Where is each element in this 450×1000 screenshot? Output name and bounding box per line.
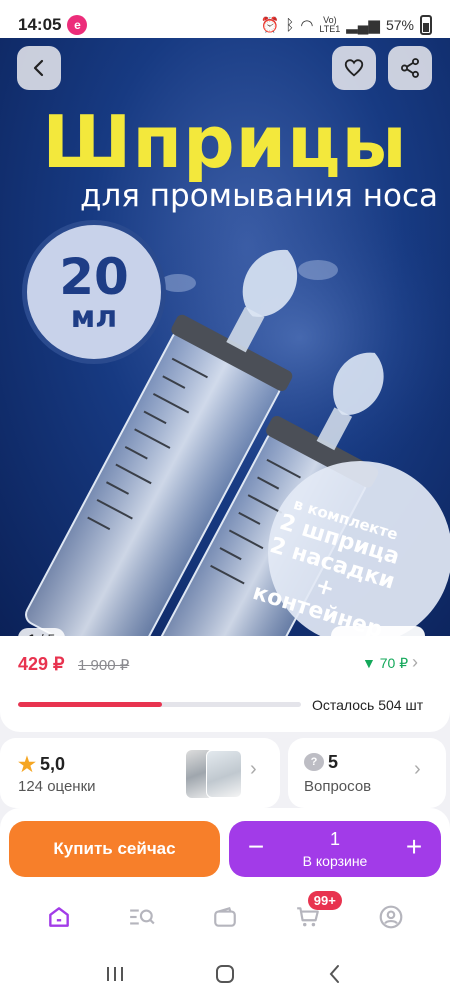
battery-percent: 57% [385,17,414,33]
hero-title: Шприцы [42,100,408,184]
volume-badge: 20 мл [22,220,166,364]
lte-indicator: Vo) LTE1 [319,15,341,34]
back-chevron-icon [329,965,339,983]
status-indicators: ⏰ ᛒ ◠ Vo) LTE1 ▂▄▆ 57% [261,15,432,35]
share-button[interactable] [388,46,432,90]
alarm-icon: ⏰ [260,17,280,34]
home-square-icon [216,965,234,983]
stock-progress-bar [18,702,301,707]
old-price: 1 900 ₽ [78,657,130,674]
buy-now-button[interactable]: Купить сейчас [9,821,220,877]
questions-card[interactable]: ? 5 Вопросов › [288,738,446,808]
chevron-right-icon: › [250,758,257,780]
signal-icon: ▂▄▆ [346,17,380,34]
battery-icon [420,15,432,35]
back-system-button[interactable] [320,959,350,989]
app-notification-icon: e [67,15,88,35]
stock-remaining: Осталось 504 шт [312,697,424,713]
recent-apps-button[interactable] [100,959,130,989]
volume-value: 20 [59,248,129,306]
chevron-right-icon[interactable]: › [412,652,418,673]
catalog-search-icon [130,909,155,925]
wifi-icon: ◠ [300,17,314,34]
nav-cart[interactable]: 99+ [288,891,342,937]
reviews-card[interactable]: ★ 5,0 124 оценки › [0,738,280,808]
bonus-points[interactable]: ▼ 70 ₽ [362,655,408,672]
recent-apps-icon [107,967,123,981]
profile-icon [379,905,402,929]
cart-quantity-stepper: − 1 В корзине + [229,821,441,877]
purchase-action-bar: Купить сейчас − 1 В корзине + [0,808,450,886]
price-card: 429 ₽ 1 900 ₽ ▼ 70 ₽ › Осталось 504 шт [0,636,450,732]
rating-count: 124 оценки [18,778,96,795]
bluetooth-icon: ᛒ [285,16,295,34]
nav-profile[interactable] [371,897,411,937]
nav-catalog[interactable] [122,897,162,937]
similar-products-button[interactable]: Похожие › [331,626,426,636]
review-photo[interactable] [206,750,242,798]
nav-home[interactable] [39,897,79,937]
wallet-icon [214,906,236,927]
back-button[interactable] [17,46,61,90]
stock-progress-fill [18,702,163,707]
heart-icon [344,59,364,77]
status-time: 14:05 [18,15,62,34]
hero-subtitle: для промывания носа [80,178,438,214]
increase-quantity-button[interactable]: + [401,833,427,863]
bottom-navigation: 99+ [0,886,450,948]
home-system-button[interactable] [210,959,240,989]
back-icon [33,59,44,77]
product-image[interactable]: Шприцы для промывания носа 20 мл в компл… [0,38,450,636]
favorite-button[interactable] [332,46,376,90]
questions-count: 5 [328,752,339,772]
current-price: 429 ₽ [18,654,65,674]
image-counter: 1 / 5 [18,628,66,636]
chevron-right-icon: › [414,758,421,780]
cart-count-badge: 99+ [307,891,342,910]
nav-wallet[interactable] [205,897,245,937]
questions-label: Вопросов [304,778,372,795]
volume-unit: мл [70,300,118,335]
rating-value: ★ 5,0 [18,754,65,776]
question-icon: ? [304,753,324,771]
system-navigation-bar [0,948,450,1000]
share-icon [401,58,419,78]
star-icon: ★ [18,754,36,776]
home-icon [49,907,70,927]
